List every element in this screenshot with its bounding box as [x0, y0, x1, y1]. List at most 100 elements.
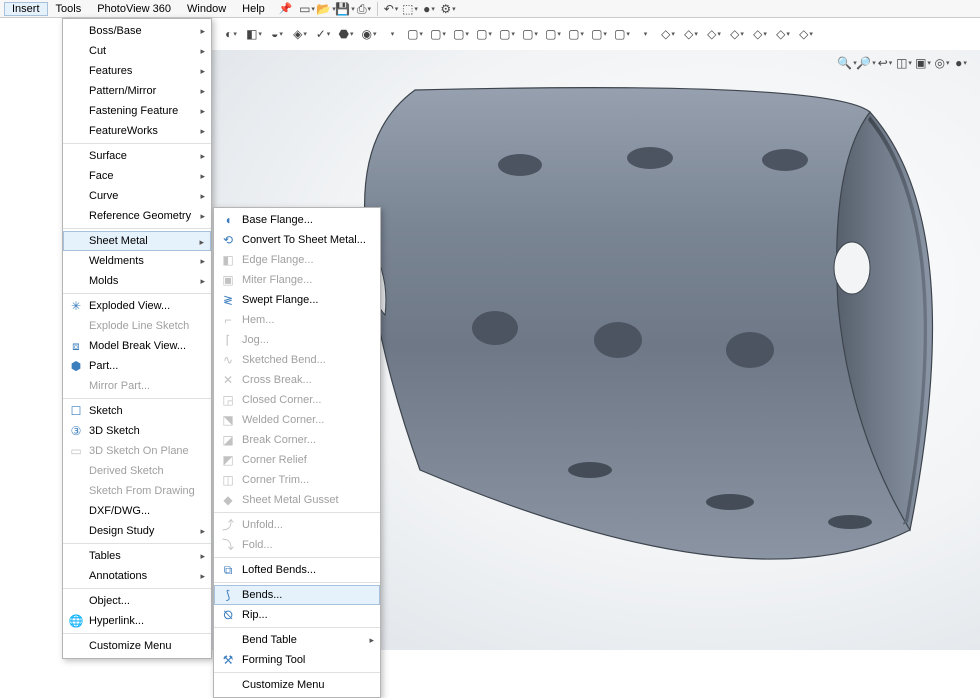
aux-1-icon[interactable]: ◇▾: [680, 23, 702, 45]
menu-item-base-flange[interactable]: ◖Base Flange...: [214, 210, 380, 230]
menu-item-exploded-view[interactable]: ✳Exploded View...: [63, 296, 211, 316]
extrude-icon[interactable]: ◧▾: [243, 23, 265, 45]
menu-item-sketch[interactable]: ☐Sketch: [63, 401, 211, 421]
revolve-icon[interactable]: ◒▾: [266, 23, 288, 45]
menu-item-model-break-view[interactable]: ⧈Model Break View...: [63, 336, 211, 356]
menu-item-fastening-feature[interactable]: Fastening Feature▸: [63, 101, 211, 121]
aux-0-icon[interactable]: ◇▾: [657, 23, 679, 45]
stop-icon[interactable]: ⬣▾: [335, 23, 357, 45]
menu-item-forming-tool[interactable]: ⚒Forming Tool: [214, 650, 380, 670]
menu-item-label: Base Flange...: [242, 213, 313, 228]
view-cube-4-icon[interactable]: ▢▾: [496, 23, 518, 45]
menu-item-molds[interactable]: Molds▸: [63, 271, 211, 291]
menu-item-customize-menu[interactable]: Customize Menu: [63, 636, 211, 656]
menu-item-lofted-bends[interactable]: ⧉Lofted Bends...: [214, 560, 380, 580]
menu-photoview-360[interactable]: PhotoView 360: [89, 2, 179, 16]
view-cube-3-icon[interactable]: ▢▾: [473, 23, 495, 45]
view-cube-9-icon[interactable]: ▢▾: [611, 23, 633, 45]
menu-item-rip[interactable]: ⦰Rip...: [214, 605, 380, 625]
view-cube-7-icon[interactable]: ▢▾: [565, 23, 587, 45]
chevron-right-icon: ▸: [200, 84, 205, 99]
undo-icon[interactable]: ↶▾: [382, 1, 400, 17]
menu-item-corner-trim: ◫Corner Trim...: [214, 470, 380, 490]
model-break-icon: ⧈: [67, 338, 85, 354]
view-cube-8-icon[interactable]: ▢▾: [588, 23, 610, 45]
globe-icon[interactable]: ◉▾: [358, 23, 380, 45]
aux-3-icon[interactable]: ◇▾: [726, 23, 748, 45]
menu-item-curve[interactable]: Curve▸: [63, 186, 211, 206]
aux-4-icon[interactable]: ◇▾: [749, 23, 771, 45]
menu-item-featureworks[interactable]: FeatureWorks▸: [63, 121, 211, 141]
save-icon[interactable]: 💾▾: [336, 1, 354, 17]
view-cube-2-icon[interactable]: ▢▾: [450, 23, 472, 45]
sep[interactable]: ▾: [634, 23, 656, 45]
menu-item-label: Annotations: [89, 569, 147, 584]
menu-separator: [214, 672, 380, 673]
menu-item-reference-geometry[interactable]: Reference Geometry▸: [63, 206, 211, 226]
menu-item-design-study[interactable]: Design Study▸: [63, 521, 211, 541]
menu-item-label: Sketch From Drawing: [89, 484, 195, 499]
view-cube-5-icon[interactable]: ▢▾: [519, 23, 541, 45]
edge-flange-icon: ◧: [218, 252, 238, 268]
view-cube-6-icon[interactable]: ▢▾: [542, 23, 564, 45]
appearance-icon[interactable]: ●▾: [952, 55, 970, 71]
view-cube-icon[interactable]: ▣▾: [914, 55, 932, 71]
select-icon[interactable]: ⬚▾: [401, 1, 419, 17]
menu-item-cut[interactable]: Cut▸: [63, 41, 211, 61]
menu-item-part[interactable]: ⬢Part...: [63, 356, 211, 376]
view-cube-0-icon[interactable]: ▢▾: [404, 23, 426, 45]
closed-corner-icon: ◲: [218, 392, 238, 408]
prev-view-icon[interactable]: ↩▾: [876, 55, 894, 71]
menu-item-bends[interactable]: ⟆Bends...: [214, 585, 380, 605]
menu-item-object[interactable]: Object...: [63, 591, 211, 611]
menu-item-pattern-mirror[interactable]: Pattern/Mirror▸: [63, 81, 211, 101]
blank-icon: [67, 318, 85, 334]
new-icon[interactable]: ▭▾: [298, 1, 316, 17]
rebuild-icon[interactable]: ●▾: [420, 1, 438, 17]
section-icon[interactable]: ◫▾: [895, 55, 913, 71]
3d-sketch-plane-icon: ▭: [67, 443, 85, 459]
check-icon[interactable]: ✓▾: [312, 23, 334, 45]
menu-item-3d-sketch[interactable]: ③3D Sketch: [63, 421, 211, 441]
unfold-icon: ⤴: [218, 517, 238, 533]
menu-item-hyperlink[interactable]: 🌐Hyperlink...: [63, 611, 211, 631]
menu-item-boss-base[interactable]: Boss/Base▸: [63, 21, 211, 41]
blank-icon: [67, 83, 85, 99]
menu-window[interactable]: Window: [179, 2, 234, 16]
sep[interactable]: ▾: [381, 23, 403, 45]
blank-icon: [218, 632, 238, 648]
menu-item-bend-table[interactable]: Bend Table▸: [214, 630, 380, 650]
zoom-area-icon[interactable]: 🔎▾: [857, 55, 875, 71]
menu-item-tables[interactable]: Tables▸: [63, 546, 211, 566]
aux-5-icon[interactable]: ◇▾: [772, 23, 794, 45]
display-icon[interactable]: ◎▾: [933, 55, 951, 71]
sketch-icon[interactable]: ◐▾: [220, 23, 242, 45]
menu-item-label: Break Corner...: [242, 433, 316, 448]
view-cube-1-icon[interactable]: ▢▾: [427, 23, 449, 45]
menu-item-convert-to-sheet-metal[interactable]: ⟲Convert To Sheet Metal...: [214, 230, 380, 250]
menu-item-features[interactable]: Features▸: [63, 61, 211, 81]
menu-help[interactable]: Help: [234, 2, 273, 16]
open-icon[interactable]: 📂▾: [317, 1, 335, 17]
menu-item-customize-menu[interactable]: Customize Menu: [214, 675, 380, 695]
loft-icon[interactable]: ◈▾: [289, 23, 311, 45]
options-icon[interactable]: ⚙▾: [439, 1, 457, 17]
blank-icon: [67, 23, 85, 39]
pin-icon[interactable]: 📌: [279, 2, 293, 15]
menu-item-sheet-metal[interactable]: Sheet Metal▸: [63, 231, 211, 251]
aux-6-icon[interactable]: ◇▾: [795, 23, 817, 45]
menu-item-face[interactable]: Face▸: [63, 166, 211, 186]
zoom-fit-icon[interactable]: 🔍▾: [838, 55, 856, 71]
menu-item-label: 3D Sketch: [89, 424, 140, 439]
menu-item-weldments[interactable]: Weldments▸: [63, 251, 211, 271]
menu-item-label: Design Study: [89, 524, 154, 539]
print-icon[interactable]: ⎙▾: [355, 1, 373, 17]
menu-item-dxf-dwg[interactable]: DXF/DWG...: [63, 501, 211, 521]
menu-item-annotations[interactable]: Annotations▸: [63, 566, 211, 586]
menu-item-swept-flange[interactable]: ≷Swept Flange...: [214, 290, 380, 310]
aux-2-icon[interactable]: ◇▾: [703, 23, 725, 45]
menu-tools[interactable]: Tools: [48, 2, 90, 16]
menu-insert[interactable]: Insert: [4, 2, 48, 16]
lofted-bends-icon: ⧉: [218, 562, 238, 578]
menu-item-surface[interactable]: Surface▸: [63, 146, 211, 166]
